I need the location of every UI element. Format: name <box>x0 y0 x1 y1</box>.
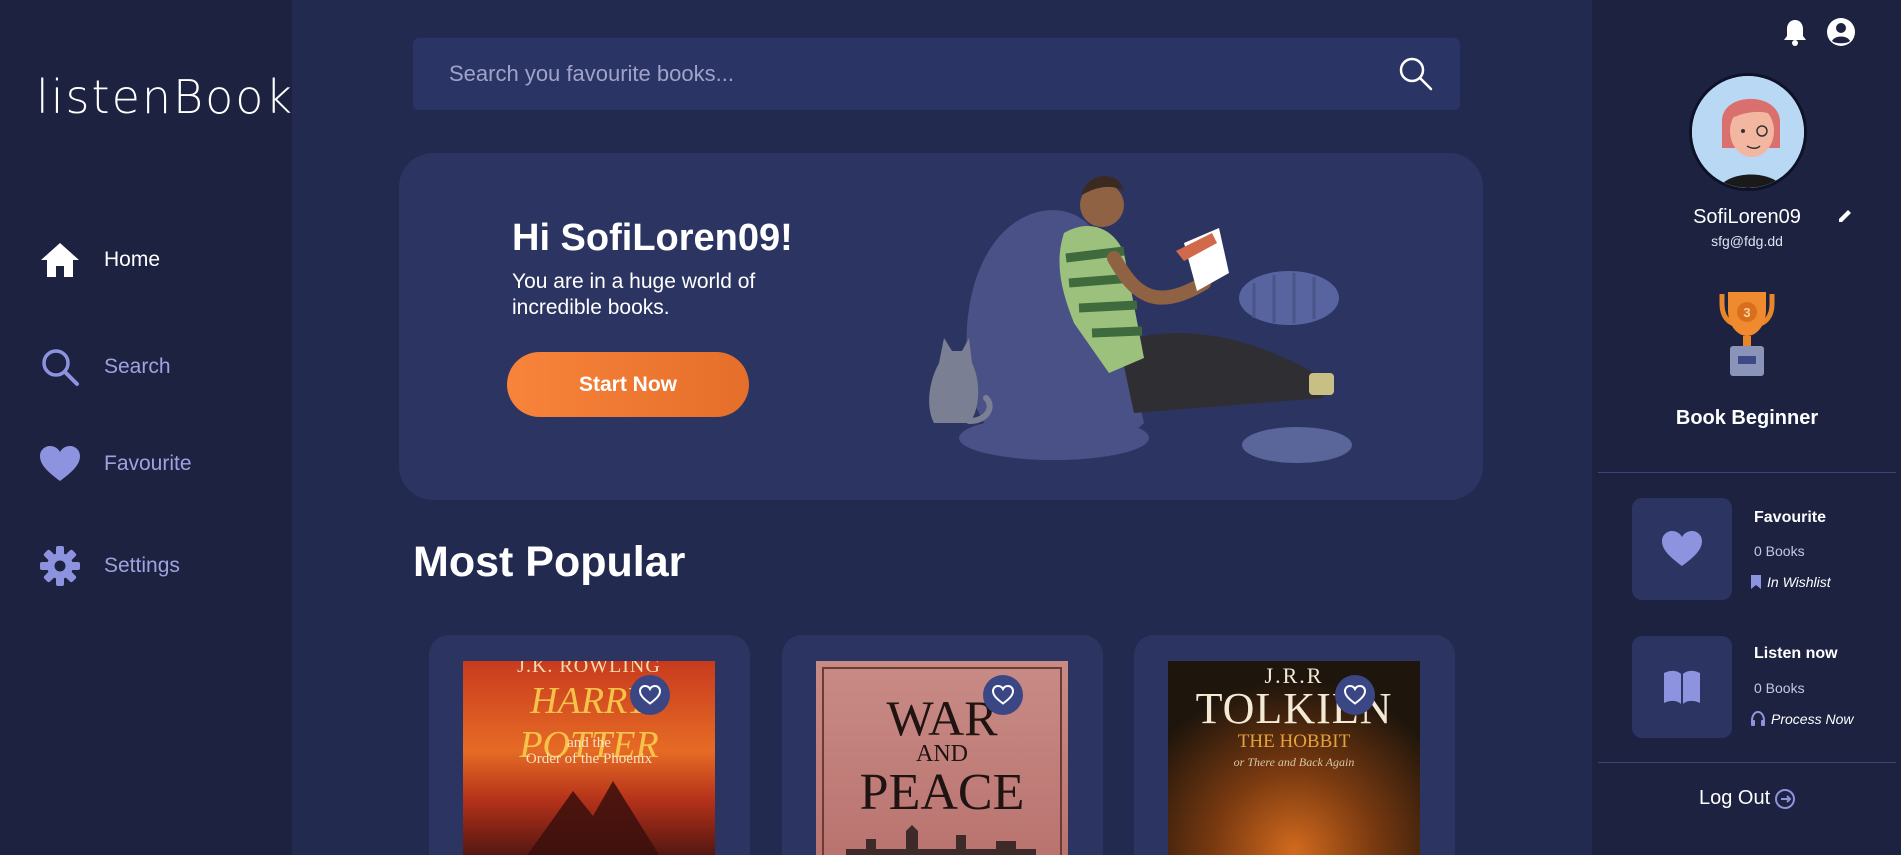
book-author-name: TOLKIEN <box>1195 684 1393 733</box>
favourite-toggle-button[interactable] <box>630 675 670 715</box>
book-card[interactable]: J.K. ROWLING HARRY POTTER and the Order … <box>429 635 750 855</box>
bell-icon[interactable] <box>1779 16 1811 48</box>
listen-now-stat-card[interactable] <box>1632 636 1732 738</box>
search-icon <box>36 343 84 391</box>
book-subtitle: Order of the Phoenix <box>525 751 653 767</box>
book-cover[interactable]: J.R.R TOLKIEN THE HOBBIT or There and Ba… <box>1168 661 1420 855</box>
welcome-title: Hi SofiLoren09! <box>512 217 793 259</box>
welcome-banner: Hi SofiLoren09! You are in a huge world … <box>399 153 1483 500</box>
heart-outline-icon <box>1344 685 1366 705</box>
heart-icon <box>1662 531 1702 566</box>
book-title: WAR <box>886 690 998 746</box>
heart-outline-icon <box>639 685 661 705</box>
nav-item-settings[interactable]: Settings <box>36 542 180 590</box>
search-input[interactable] <box>449 61 1349 87</box>
app-logo[interactable]: listenBook <box>36 70 294 124</box>
city-skyline-illustration <box>846 825 1036 855</box>
right-sidebar: SofiLoren09 sfg@fdg.dd 3 Book Beginner F… <box>1592 0 1901 855</box>
book-title: THE HOBBIT <box>1237 731 1351 752</box>
favourite-toggle-button[interactable] <box>983 675 1023 715</box>
welcome-subtitle: You are in a huge world of incredible bo… <box>512 270 756 319</box>
rank-title: Book Beginner <box>1675 407 1819 429</box>
book-subtitle-line: and the <box>567 735 611 751</box>
logout-icon <box>1775 788 1796 809</box>
avatar[interactable] <box>1689 73 1807 191</box>
nav-label-favourite: Favourite <box>104 452 192 475</box>
nav-label-home: Home <box>104 248 161 271</box>
book-author: J.K. ROWLING <box>517 661 661 677</box>
book-cover[interactable]: J.K. ROWLING HARRY POTTER and the Order … <box>463 661 715 855</box>
search-icon[interactable] <box>1398 56 1434 92</box>
headphones-icon <box>1751 711 1765 726</box>
top-icons <box>1779 16 1857 48</box>
divider <box>1598 762 1896 763</box>
main-content: Hi SofiLoren09! You are in a huge world … <box>292 0 1592 855</box>
heart-outline-icon <box>992 685 1014 705</box>
nav-label-search: Search <box>104 355 171 378</box>
home-icon <box>36 236 84 284</box>
logout-button[interactable]: Log Out <box>1699 787 1796 810</box>
rank-badge: 3 <box>1743 305 1750 320</box>
divider <box>1598 472 1896 473</box>
bookmark-icon <box>1751 575 1761 589</box>
nav-label-settings: Settings <box>104 554 180 577</box>
reading-person-illustration <box>929 175 1352 463</box>
process-now-link[interactable]: Process Now <box>1750 711 1853 727</box>
favourite-toggle-button[interactable] <box>1335 675 1375 715</box>
edit-pencil-icon[interactable] <box>1837 208 1857 228</box>
open-book-icon <box>1664 670 1700 704</box>
left-sidebar: listenBook Home Search Favourite Setting… <box>0 0 292 855</box>
nav-item-favourite[interactable]: Favourite <box>36 440 192 488</box>
trophy-icon: 3 <box>1716 290 1778 380</box>
nav-item-home[interactable]: Home <box>36 236 160 284</box>
account-icon[interactable] <box>1825 16 1857 48</box>
favourite-stat-title: Favourite <box>1754 509 1827 526</box>
most-popular-title: Most Popular <box>413 538 686 586</box>
in-wishlist-link[interactable]: In Wishlist <box>1750 574 1831 590</box>
search-bar <box>413 38 1460 110</box>
book-card[interactable]: J.R.R TOLKIEN THE HOBBIT or There and Ba… <box>1134 635 1455 855</box>
book-title-2: PEACE <box>859 764 1025 821</box>
start-now-button[interactable]: Start Now <box>507 352 749 417</box>
in-wishlist-label: In Wishlist <box>1767 574 1831 590</box>
favourite-stat-count: 0 Books <box>1754 543 1805 559</box>
user-email: sfg@fdg.dd <box>1711 233 1783 249</box>
favourite-stat-card[interactable] <box>1632 498 1732 600</box>
process-now-label: Process Now <box>1771 711 1854 727</box>
listen-now-stat-count: 0 Books <box>1754 680 1805 696</box>
gear-icon <box>36 542 84 590</box>
dragon-illustration <box>527 781 660 855</box>
book-cover[interactable]: WAR AND PEACE <box>816 661 1068 855</box>
logout-label: Log Out <box>1699 787 1771 809</box>
avatar-illustration <box>1692 76 1804 188</box>
listen-now-stat-title: Listen now <box>1754 645 1838 662</box>
book-subtitle: or There and Back Again <box>1233 755 1355 769</box>
nav-item-search[interactable]: Search <box>36 343 171 391</box>
book-card[interactable]: WAR AND PEACE <box>782 635 1103 855</box>
heart-icon <box>36 440 84 488</box>
